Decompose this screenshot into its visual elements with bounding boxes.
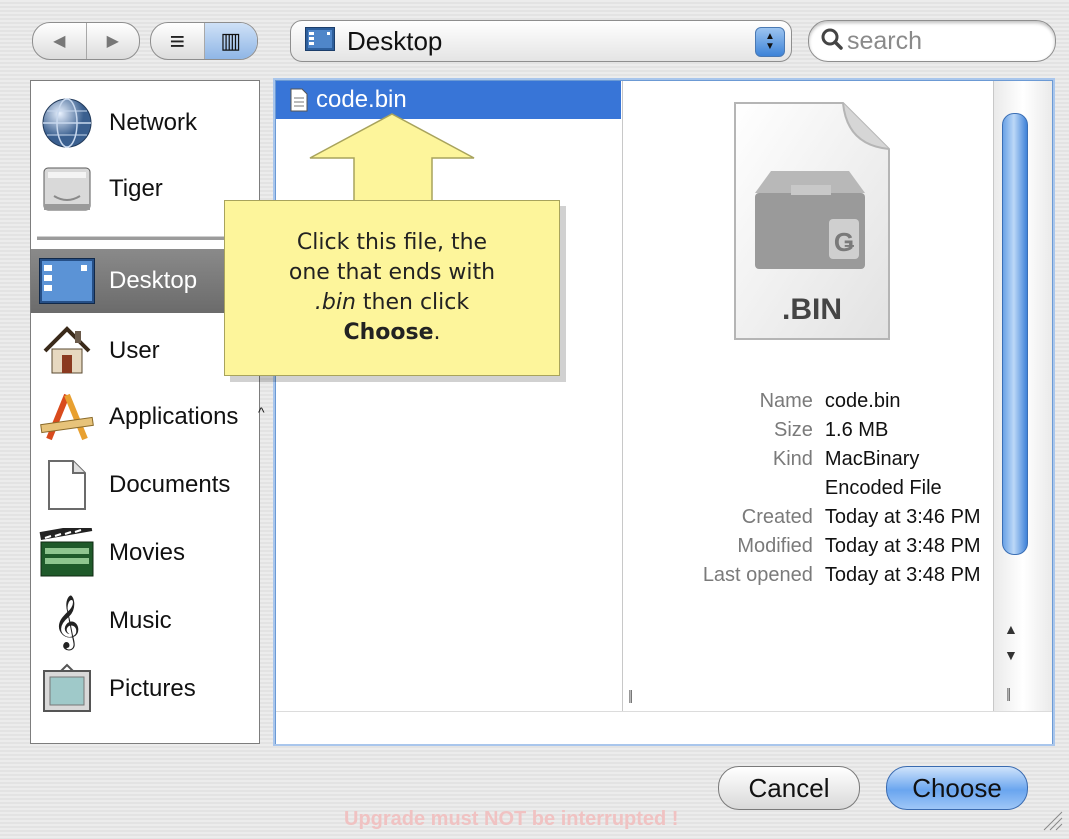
forward-arrow-icon: ▶ xyxy=(106,33,119,50)
sidebar: Network Tiger Desktop User Applications … xyxy=(30,80,260,744)
info-row-created: Created Today at 3:46 PM xyxy=(643,503,983,532)
callout-line-4: Choose. xyxy=(343,318,440,348)
document-icon xyxy=(290,88,308,112)
location-label: Desktop xyxy=(347,25,443,56)
file-info: Name code.bin Size 1.6 MB Kind MacBinary… xyxy=(643,387,983,590)
sidebar-item-label: Network xyxy=(109,109,198,136)
info-key: Size xyxy=(774,419,813,441)
desktop-icon xyxy=(37,251,97,311)
back-button[interactable]: ◀ xyxy=(33,23,87,59)
music-icon: 𝄞 xyxy=(53,594,81,648)
sidebar-item-applications[interactable]: Applications xyxy=(31,385,259,449)
info-value: code.bin xyxy=(824,390,901,412)
callout-line-2: one that ends with xyxy=(288,260,496,285)
sidebar-item-label: Pictures xyxy=(109,675,196,702)
sidebar-divider xyxy=(37,236,253,240)
back-forward-control: ◀ ▶ xyxy=(32,22,140,60)
info-key: Kind xyxy=(772,448,813,470)
sidebar-item-pictures[interactable]: Pictures xyxy=(31,657,259,721)
scroll-up-arrow-icon[interactable]: ▲ xyxy=(1004,621,1018,637)
file-name: code.bin xyxy=(316,86,407,113)
sidebar-item-label: Tiger xyxy=(109,175,163,202)
applications-icon xyxy=(37,387,97,447)
open-file-dialog: ◀ ▶ ≡ ▥ Desktop ▲ ▼ search Network Tiger… xyxy=(0,0,1069,839)
sidebar-item-music[interactable]: 𝄞 Music xyxy=(31,589,259,653)
svg-text:Ǥ: Ǥ xyxy=(834,227,855,257)
sidebar-scroll-indicator-icon: ^ xyxy=(258,404,265,420)
popup-chevron-icon: ▲ ▼ xyxy=(755,27,785,57)
preview-type-label: .BIN xyxy=(782,293,842,326)
callout-extension: .bin xyxy=(314,290,356,315)
info-row-modified: Modified Today at 3:48 PM xyxy=(643,532,983,561)
info-value: MacBinary Encoded File xyxy=(824,448,942,499)
sidebar-item-label: User xyxy=(109,337,160,364)
file-preview: Ǥ .BIN Name code.bin Size 1.6 MB Kind Ma… xyxy=(623,81,993,711)
info-key: Last opened xyxy=(702,564,813,586)
sidebar-item-label: Documents xyxy=(109,471,231,498)
instruction-callout: Click this file, the one that ends with … xyxy=(224,200,560,376)
column-view-icon: ▥ xyxy=(220,28,242,53)
column-view-button[interactable]: ▥ xyxy=(204,23,257,59)
callout-line-3: .bin then click xyxy=(315,288,469,318)
callout-line-1: Click this file, the xyxy=(296,230,488,255)
background-status-text: Upgrade must NOT be interrupted ! xyxy=(344,808,679,830)
callout-choose: Choose xyxy=(343,320,434,345)
home-icon xyxy=(37,321,97,381)
info-key: Modified xyxy=(737,535,813,557)
info-row-last-opened: Last opened Today at 3:48 PM xyxy=(643,561,983,590)
callout-period: . xyxy=(433,320,441,345)
desktop-icon xyxy=(305,26,335,56)
resize-grip-icon[interactable] xyxy=(1040,808,1064,832)
documents-icon xyxy=(37,455,97,515)
info-value: Today at 3:48 PM xyxy=(824,564,981,586)
movies-icon xyxy=(37,523,97,583)
view-mode-control: ≡ ▥ xyxy=(150,22,258,60)
info-row-kind: Kind MacBinary Encoded File xyxy=(643,445,983,503)
info-row-size: Size 1.6 MB xyxy=(643,416,983,445)
vertical-scrollbar[interactable]: ▲ ▼ || xyxy=(993,81,1052,711)
sidebar-item-network[interactable]: Network xyxy=(31,91,259,155)
sidebar-item-label: Desktop xyxy=(109,267,198,294)
info-row-name: Name code.bin xyxy=(643,387,983,416)
info-value: Today at 3:46 PM xyxy=(824,506,981,528)
hard-drive-icon xyxy=(37,159,97,219)
scrollbar-thumb[interactable] xyxy=(1002,113,1028,555)
search-icon xyxy=(821,28,843,55)
info-key: Name xyxy=(759,390,813,412)
network-globe-icon xyxy=(37,93,97,153)
info-value: Today at 3:48 PM xyxy=(824,535,981,557)
search-placeholder: search xyxy=(847,26,923,55)
scroll-down-arrow-icon[interactable]: ▼ xyxy=(1004,647,1018,663)
callout-line-3-rest: then click xyxy=(355,290,470,315)
forward-button[interactable]: ▶ xyxy=(87,23,140,59)
horizontal-scroll-area xyxy=(276,711,1052,744)
info-value: 1.6 MB xyxy=(824,419,889,441)
sidebar-item-documents[interactable]: Documents xyxy=(31,453,259,517)
list-view-button[interactable]: ≡ xyxy=(151,23,205,59)
sidebar-item-movies[interactable]: Movies xyxy=(31,521,259,585)
info-key: Created xyxy=(741,506,813,528)
pictures-icon xyxy=(37,659,97,719)
list-view-icon: ≡ xyxy=(169,25,185,56)
search-field[interactable]: search xyxy=(808,20,1056,62)
column-resize-handle-icon[interactable]: || xyxy=(1006,685,1011,701)
sidebar-item-label: Music xyxy=(109,607,172,634)
callout-arrow-icon xyxy=(309,113,475,206)
sidebar-item-label: Movies xyxy=(109,539,186,566)
choose-button[interactable]: Choose xyxy=(886,766,1028,810)
sidebar-item-label: Applications xyxy=(109,403,239,430)
location-popup[interactable]: Desktop ▲ ▼ xyxy=(290,20,792,62)
back-arrow-icon: ◀ xyxy=(53,33,66,50)
cancel-button[interactable]: Cancel xyxy=(718,766,860,810)
